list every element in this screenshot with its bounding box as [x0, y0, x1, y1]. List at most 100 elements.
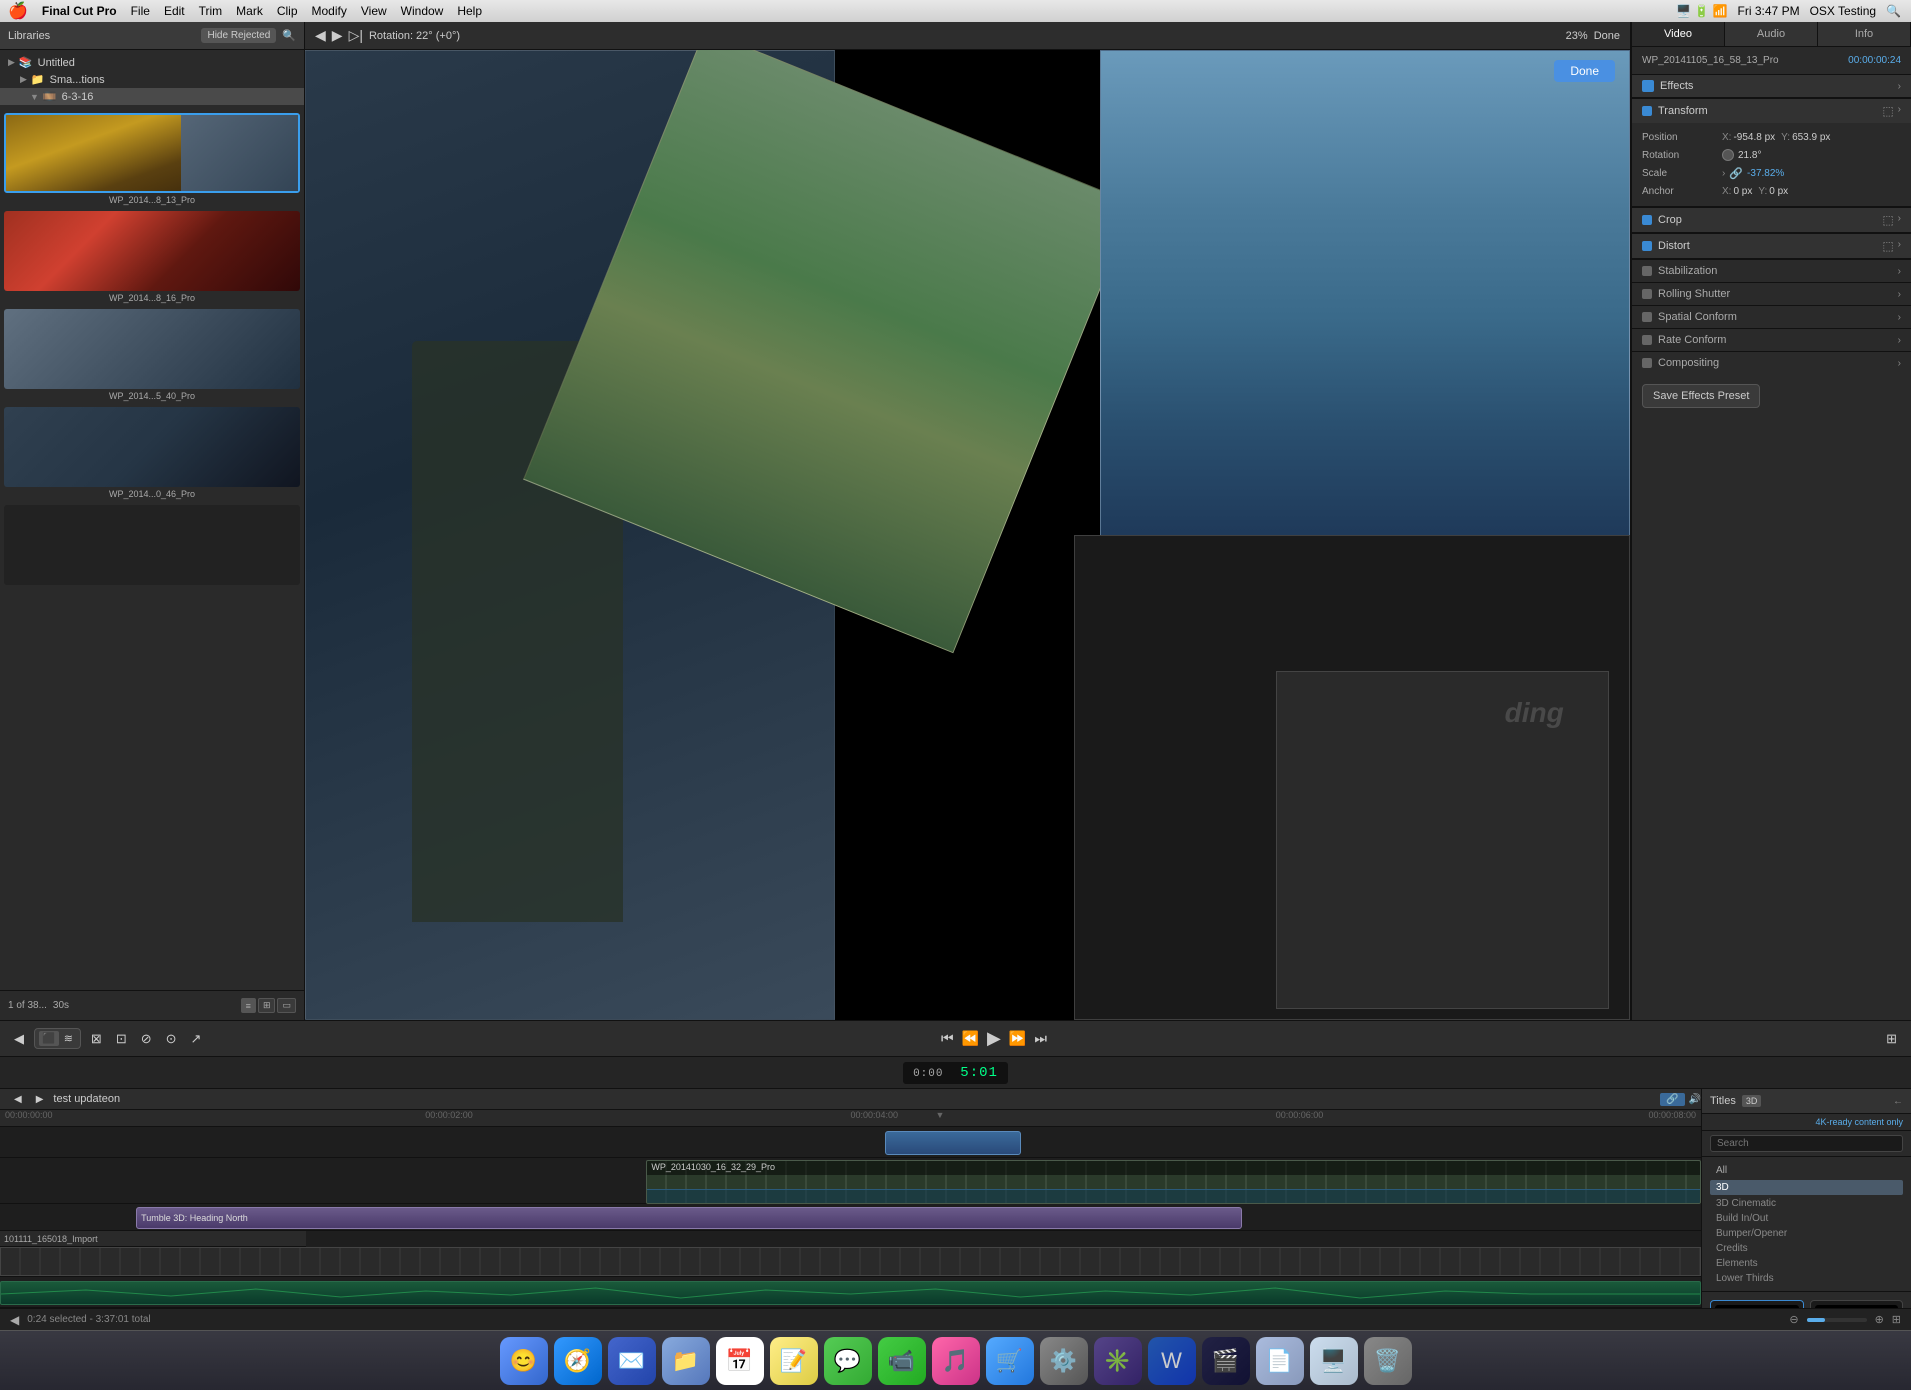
tl-play-fwd[interactable]: ⏩ [1009, 1030, 1026, 1047]
compositing-section[interactable]: Compositing › [1632, 351, 1911, 374]
preview-done-button[interactable]: Done [1554, 60, 1615, 82]
tab-video[interactable]: Video [1632, 22, 1725, 46]
rotation-value[interactable]: 21.8° [1738, 150, 1901, 161]
rolling-shutter-section[interactable]: Rolling Shutter › [1632, 282, 1911, 305]
tab-info[interactable]: Info [1818, 22, 1911, 46]
filter-build-inout[interactable]: Build In/Out [1710, 1212, 1903, 1225]
crop-header[interactable]: Crop ⬚ › [1632, 207, 1911, 232]
scale-collapse-btn[interactable]: › [1722, 168, 1725, 179]
menu-mark[interactable]: Mark [236, 4, 263, 18]
pos-x-value[interactable]: -954.8 px [1733, 132, 1775, 143]
stabilization-section[interactable]: Stabilization › [1632, 259, 1911, 282]
filter-lower-thirds[interactable]: Lower Thirds [1710, 1272, 1903, 1285]
transform-header[interactable]: Transform ⬚ › [1632, 98, 1911, 123]
main-footage-strip[interactable] [0, 1247, 1701, 1276]
filter-credits[interactable]: Credits [1710, 1242, 1903, 1255]
main-video-clip[interactable]: WP_20141030_16_32_29_Pro [646, 1160, 1701, 1204]
tl-tool2[interactable]: ⊡ [112, 1029, 131, 1049]
menu-clip[interactable]: Clip [277, 4, 298, 18]
status-back-btn[interactable]: ◀ [10, 1313, 19, 1327]
menu-window[interactable]: Window [401, 4, 444, 18]
dock-icon-calendar[interactable]: 📅 [716, 1337, 764, 1385]
tl-go-start[interactable]: ⏮ [941, 1030, 954, 1047]
spatial-conform-section[interactable]: Spatial Conform › [1632, 305, 1911, 328]
dock-icon-messages[interactable]: 💬 [824, 1337, 872, 1385]
menu-trim[interactable]: Trim [199, 4, 223, 18]
crop-btn[interactable]: ⬚ [1882, 213, 1893, 227]
dock-icon-appstore[interactable]: 🛒 [986, 1337, 1034, 1385]
title-clip[interactable]: Tumble 3D: Heading North [136, 1207, 1242, 1229]
thumb-box-2[interactable] [4, 211, 300, 291]
distort-header[interactable]: Distort ⬚ › [1632, 233, 1911, 258]
effects-header[interactable]: Effects › [1632, 75, 1911, 97]
titles-search-input[interactable] [1710, 1135, 1903, 1152]
filmstrip-view-btn[interactable]: ▭ [277, 998, 296, 1013]
thumb-box-5[interactable] [4, 505, 300, 585]
menu-edit[interactable]: Edit [164, 4, 185, 18]
dock-icon-sysprefs[interactable]: ⚙️ [1040, 1337, 1088, 1385]
menu-file[interactable]: File [131, 4, 150, 18]
menu-modify[interactable]: Modify [312, 4, 347, 18]
thumbnail-4[interactable]: WP_2014...0_46_Pro [4, 407, 300, 499]
rotation-dial[interactable] [1722, 149, 1734, 161]
list-view-btn[interactable]: ≡ [241, 998, 256, 1013]
thumbnail-1[interactable]: WP_2014...8_13_Pro [4, 113, 300, 205]
tl-tool4[interactable]: ⊙ [162, 1029, 181, 1049]
zoom-out-btn[interactable]: ⊖ [1789, 1313, 1798, 1326]
dock-icon-mail[interactable]: ✉️ [608, 1337, 656, 1385]
title-thumb-custom3d[interactable]: Custom Custom 3D [1810, 1300, 1904, 1308]
filter-elements[interactable]: Elements [1710, 1257, 1903, 1270]
pos-y-value[interactable]: 653.9 px [1792, 132, 1830, 143]
tl-go-end[interactable]: ⏭ [1034, 1030, 1047, 1047]
tl-back-btn[interactable]: ◀ [10, 1029, 28, 1049]
dock-icon-safari[interactable]: 🧭 [554, 1337, 602, 1385]
tl-tool5[interactable]: ↗ [187, 1029, 206, 1049]
lib-item-untitled[interactable]: ▶ 📚 Untitled [0, 54, 304, 71]
anchor-y-val[interactable]: 0 px [1769, 186, 1788, 197]
dock-icon-word[interactable]: W [1148, 1337, 1196, 1385]
track-audio-btn[interactable]: 🔊 [1689, 1094, 1701, 1105]
tl-filmstrip-btn[interactable]: ⬛ [39, 1031, 59, 1046]
tl-play[interactable]: ▶ [987, 1028, 1001, 1049]
title-thumb-basic3d[interactable]: Basic Basic 3D [1710, 1300, 1804, 1308]
lib-search-icon[interactable]: 🔍 [282, 29, 296, 42]
tl-play-rev[interactable]: ⏪ [962, 1030, 979, 1047]
lib-item-smartcollections[interactable]: ▶ 📁 Sma...tions [0, 71, 304, 88]
thumbnail-2[interactable]: WP_2014...8_16_Pro [4, 211, 300, 303]
fit-btn[interactable]: ⊞ [1892, 1313, 1901, 1326]
prev-forward-btn[interactable]: ▶ [332, 27, 343, 44]
filter-3d[interactable]: 3D [1710, 1180, 1903, 1195]
dock-icon-finder2[interactable]: 📄 [1256, 1337, 1304, 1385]
dock-icon-fcp[interactable]: 🎬 [1202, 1337, 1250, 1385]
menu-help[interactable]: Help [457, 4, 482, 18]
audio-clip[interactable] [0, 1281, 1701, 1305]
tl-waveform-btn[interactable]: ≋ [61, 1031, 76, 1046]
distort-btn[interactable]: ⬚ [1882, 239, 1893, 253]
tab-audio[interactable]: Audio [1725, 22, 1818, 46]
filter-all[interactable]: All [1710, 1163, 1903, 1178]
track-link-btn[interactable]: 🔗 [1660, 1093, 1684, 1106]
thumb-box-4[interactable] [4, 407, 300, 487]
dock-icon-facetime[interactable]: 📹 [878, 1337, 926, 1385]
view-btn[interactable]: Done [1594, 30, 1620, 42]
thumbnail-5[interactable] [4, 505, 300, 585]
thumb-box-1[interactable] [4, 113, 300, 193]
zoom-in-btn[interactable]: ⊕ [1875, 1313, 1884, 1326]
grid-view-btn[interactable]: ⊞ [258, 998, 276, 1013]
scale-value[interactable]: -37.82% [1747, 168, 1784, 179]
thumb-box-3[interactable] [4, 309, 300, 389]
search-icon[interactable]: 🔍 [1886, 4, 1901, 18]
save-effects-button[interactable]: Save Effects Preset [1642, 384, 1760, 408]
filter-bumper[interactable]: Bumper/Opener [1710, 1227, 1903, 1240]
tl-collapse-btn[interactable]: ◀ [10, 1092, 26, 1107]
zoom-slider[interactable] [1807, 1318, 1867, 1322]
tl-tool1[interactable]: ⊠ [87, 1029, 106, 1049]
hide-rejected-button[interactable]: Hide Rejected [201, 28, 276, 43]
dock-icon-trash[interactable]: 🗑️ [1364, 1337, 1412, 1385]
dock-icon-itunes[interactable]: 🎵 [932, 1337, 980, 1385]
rate-conform-section[interactable]: Rate Conform › [1632, 328, 1911, 351]
menu-app-name[interactable]: Final Cut Pro [42, 4, 117, 18]
tl-expand-btn[interactable]: ▶ [32, 1092, 48, 1107]
apple-menu[interactable]: 🍎 [8, 1, 28, 21]
dock-icon-notes[interactable]: 📝 [770, 1337, 818, 1385]
